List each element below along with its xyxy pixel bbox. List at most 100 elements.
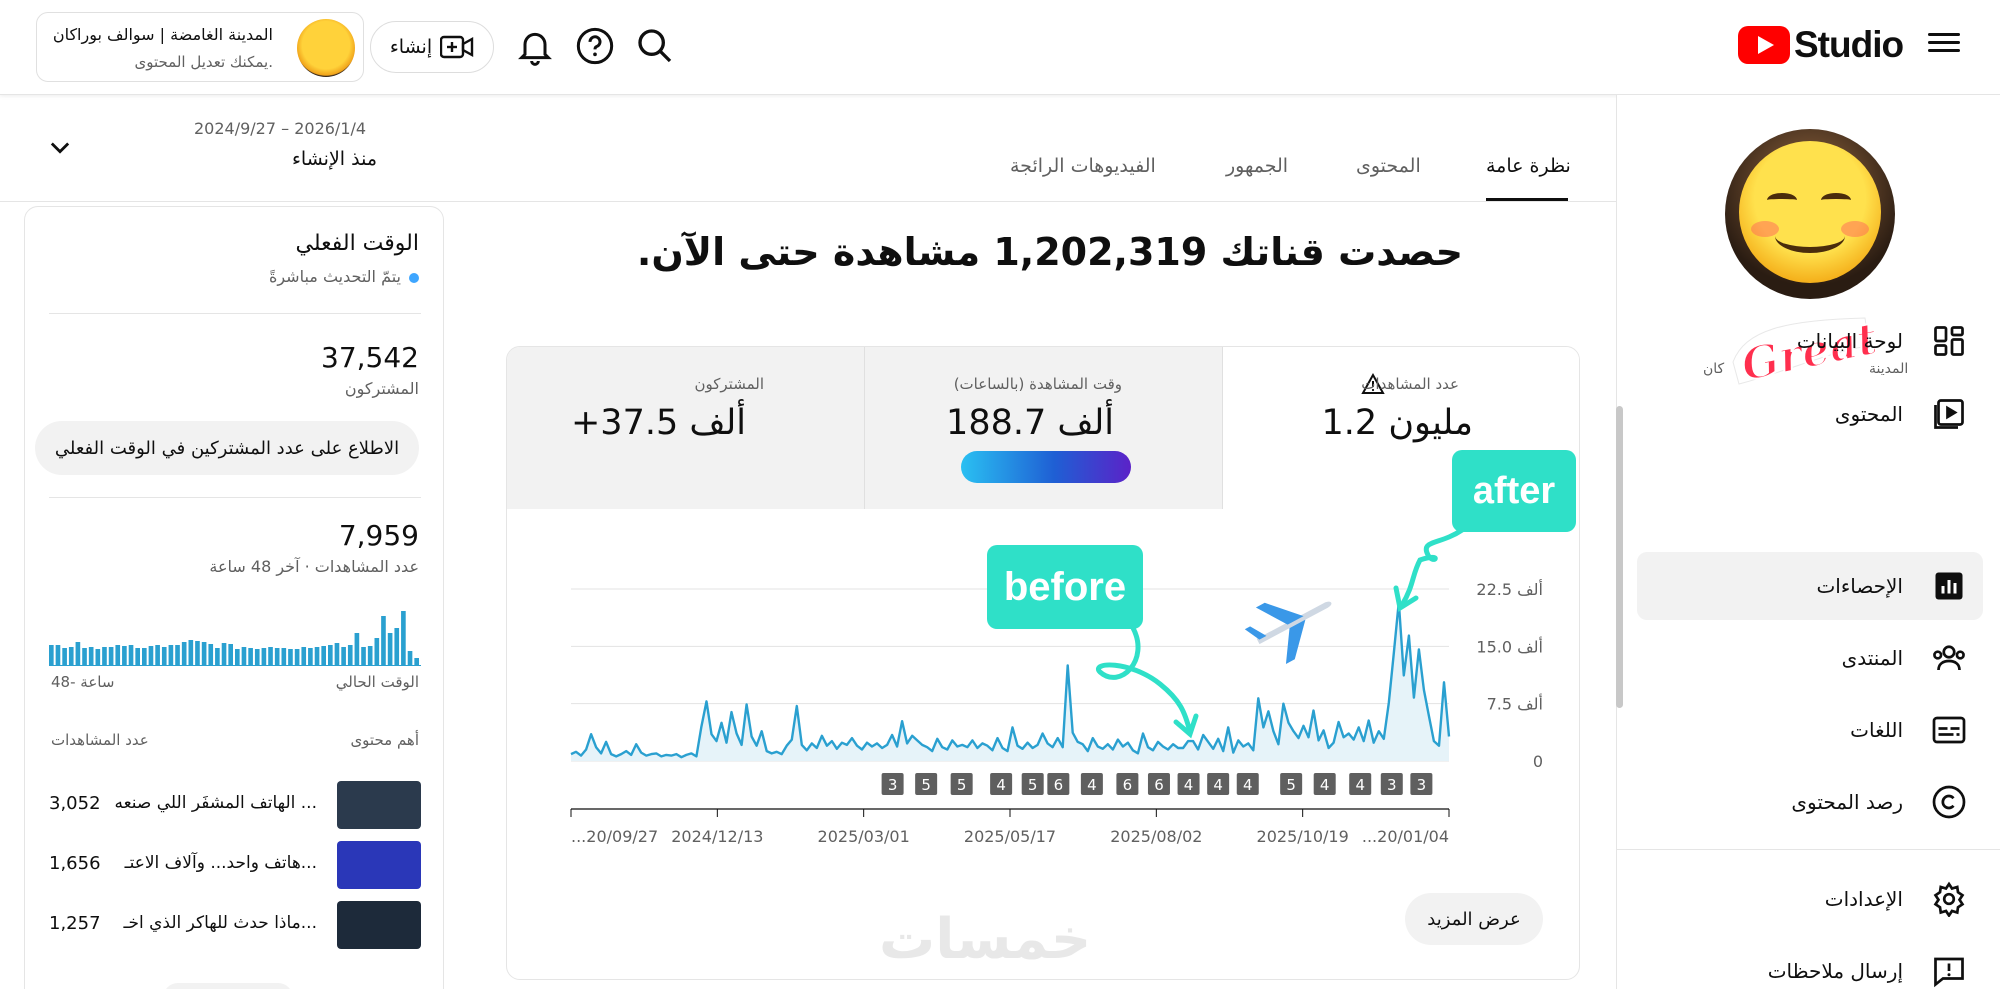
video-marker[interactable]: 3 [1410, 773, 1433, 795]
menu-button[interactable] [1924, 28, 1964, 64]
channel-avatar[interactable] [1725, 129, 1895, 299]
subtitles-icon [1932, 716, 1966, 744]
realtime-bar [354, 633, 360, 665]
video-marker[interactable]: 4 [1236, 773, 1259, 795]
svg-text:4: 4 [1355, 776, 1365, 794]
video-marker[interactable]: 3 [881, 773, 904, 795]
video-views: 1,257 [49, 913, 101, 934]
headline-number: 1,202,319 [993, 230, 1208, 274]
sidebar-item-copyright[interactable]: رصد المحتوى [1637, 768, 1983, 836]
tab-audience[interactable]: الجمهور [1226, 155, 1288, 177]
top-video-row[interactable]: هاتف واحد... وآلاف الاعتـ... 1,656 [49, 841, 421, 891]
realtime-bar [155, 645, 160, 665]
notifications-bell-icon[interactable] [515, 26, 555, 66]
sidebar-item-label: إرسال ملاحظات [1767, 959, 1903, 983]
metric-watch-time[interactable]: وقت المشاهدة (بالساعات) 188.7 ألف [865, 347, 1223, 509]
sidebar-item-settings[interactable]: الإعدادات [1637, 865, 1983, 933]
svg-text:4: 4 [1320, 776, 1330, 794]
sidebar-item-label: الإعدادات [1824, 887, 1903, 911]
search-icon[interactable] [635, 26, 675, 66]
metric-subscribers[interactable]: المشتركون +37.5 ألف [507, 347, 865, 509]
realtime-bar [168, 645, 174, 665]
video-marker[interactable]: 6 [1147, 773, 1170, 795]
video-marker[interactable]: 5 [950, 773, 973, 795]
top-video-row[interactable]: الهاتف المشفَر اللي صنعه ... 3,052 [49, 781, 421, 831]
realtime-bar [288, 649, 293, 665]
realtime-views-label: عدد المشاهدات · آخر 48 ساعة [209, 557, 419, 576]
realtime-bar [102, 647, 107, 665]
realtime-bar [274, 648, 280, 665]
sidebar-item-dashboard[interactable]: لوحة البيانات [1637, 307, 1983, 375]
account-switcher[interactable]: المدينة الغامضة | سوالف بوراكان يمكنك تع… [36, 12, 364, 82]
video-marker[interactable]: 6 [1116, 773, 1139, 795]
realtime-live-text: يتمّ التحديث مباشرةً [268, 267, 401, 286]
feedback-icon [1934, 957, 1964, 988]
video-marker[interactable]: 6 [1047, 773, 1070, 795]
realtime-bar [374, 638, 380, 665]
realtime-bar [49, 645, 54, 665]
copyright-icon [1932, 785, 1966, 819]
video-marker[interactable]: 4 [1207, 773, 1230, 795]
sidebar-item-community[interactable]: المنتدى [1637, 624, 1983, 692]
video-marker[interactable]: 4 [1349, 773, 1372, 795]
realtime-views-count: 7,959 [338, 519, 419, 552]
realtime-subscribers-button[interactable]: الاطلاع على عدد المشتركين في الوقت الفعل… [35, 421, 419, 475]
svg-text:3: 3 [1417, 776, 1427, 794]
tab-trending-videos[interactable]: الفيديوهات الرائجة [1010, 155, 1156, 177]
y-tick-label: 22.5 ألف [1476, 579, 1543, 599]
realtime-bar-chart[interactable] [49, 597, 421, 667]
realtime-bar [175, 645, 180, 665]
metric-label: عدد المشاهدات [1361, 375, 1459, 393]
help-icon[interactable] [575, 26, 615, 66]
realtime-bar [308, 648, 313, 665]
sidebar-item-label: اللغات [1850, 718, 1903, 742]
video-marker[interactable]: 4 [1313, 773, 1336, 795]
realtime-bar [75, 642, 81, 665]
metric-tabs: المشتركون +37.5 ألف وقت المشاهدة (بالساع… [507, 347, 1579, 509]
tab-content[interactable]: المحتوى [1356, 155, 1421, 177]
video-marker[interactable]: 4 [1080, 773, 1103, 795]
video-marker[interactable]: 4 [1177, 773, 1200, 795]
video-thumbnail [337, 901, 421, 949]
realtime-bar [115, 645, 121, 665]
sidebar-item-analytics[interactable]: الإحصاءات [1637, 552, 1983, 620]
realtime-bar [135, 648, 140, 665]
create-label: إنشاء [389, 36, 433, 58]
scrollbar-thumb[interactable] [1616, 406, 1623, 708]
video-marker[interactable]: 5 [915, 773, 938, 795]
x-tick-label: 2025/08/02 [1110, 827, 1202, 846]
realtime-bar [241, 647, 247, 665]
tab-overview[interactable]: نظرة عامة [1486, 155, 1571, 177]
realtime-bar [407, 651, 413, 665]
video-marker[interactable]: 4 [990, 773, 1013, 795]
before-annotation: before [987, 545, 1143, 629]
sidebar-item-feedback[interactable]: إرسال ملاحظات [1637, 937, 1983, 989]
top-video-row[interactable]: ماذا حدث للهاكر الذي اخـ... 1,257 [49, 901, 421, 951]
date-preset-label[interactable]: منذ الإنشاء [292, 148, 377, 170]
sidebar-item-content[interactable]: المحتوى [1637, 380, 1983, 448]
youtube-studio-logo[interactable]: Studio [1738, 24, 1904, 66]
video-marker[interactable]: 5 [1280, 773, 1303, 795]
realtime-bar [108, 647, 114, 665]
video-marker[interactable]: 3 [1380, 773, 1403, 795]
realtime-bar [414, 658, 419, 665]
sidebar-item-languages[interactable]: اللغات [1637, 696, 1983, 764]
realtime-bar [128, 645, 134, 665]
realtime-subscribers-label: المشتركون [344, 379, 419, 398]
svg-text:3: 3 [1387, 776, 1397, 794]
realtime-bar [328, 645, 333, 665]
watch-time-highlight-bar [961, 451, 1131, 483]
overview-card: المشتركون +37.5 ألف وقت المشاهدة (بالساع… [506, 346, 1580, 980]
account-avatar [297, 19, 355, 77]
right-cheek [1841, 221, 1869, 237]
video-marker[interactable]: 5 [1021, 773, 1044, 795]
realtime-more-button[interactable] [163, 983, 293, 989]
sidebar-divider [1617, 849, 2000, 850]
chevron-down-icon[interactable] [46, 133, 74, 161]
svg-text:6: 6 [1123, 776, 1133, 794]
sidebar-item-label: المنتدى [1841, 646, 1903, 670]
create-button[interactable]: إنشاء [370, 21, 494, 73]
realtime-bar [334, 643, 340, 665]
show-more-button[interactable]: عرض المزيد [1405, 893, 1543, 945]
video-thumbnail [337, 781, 421, 829]
